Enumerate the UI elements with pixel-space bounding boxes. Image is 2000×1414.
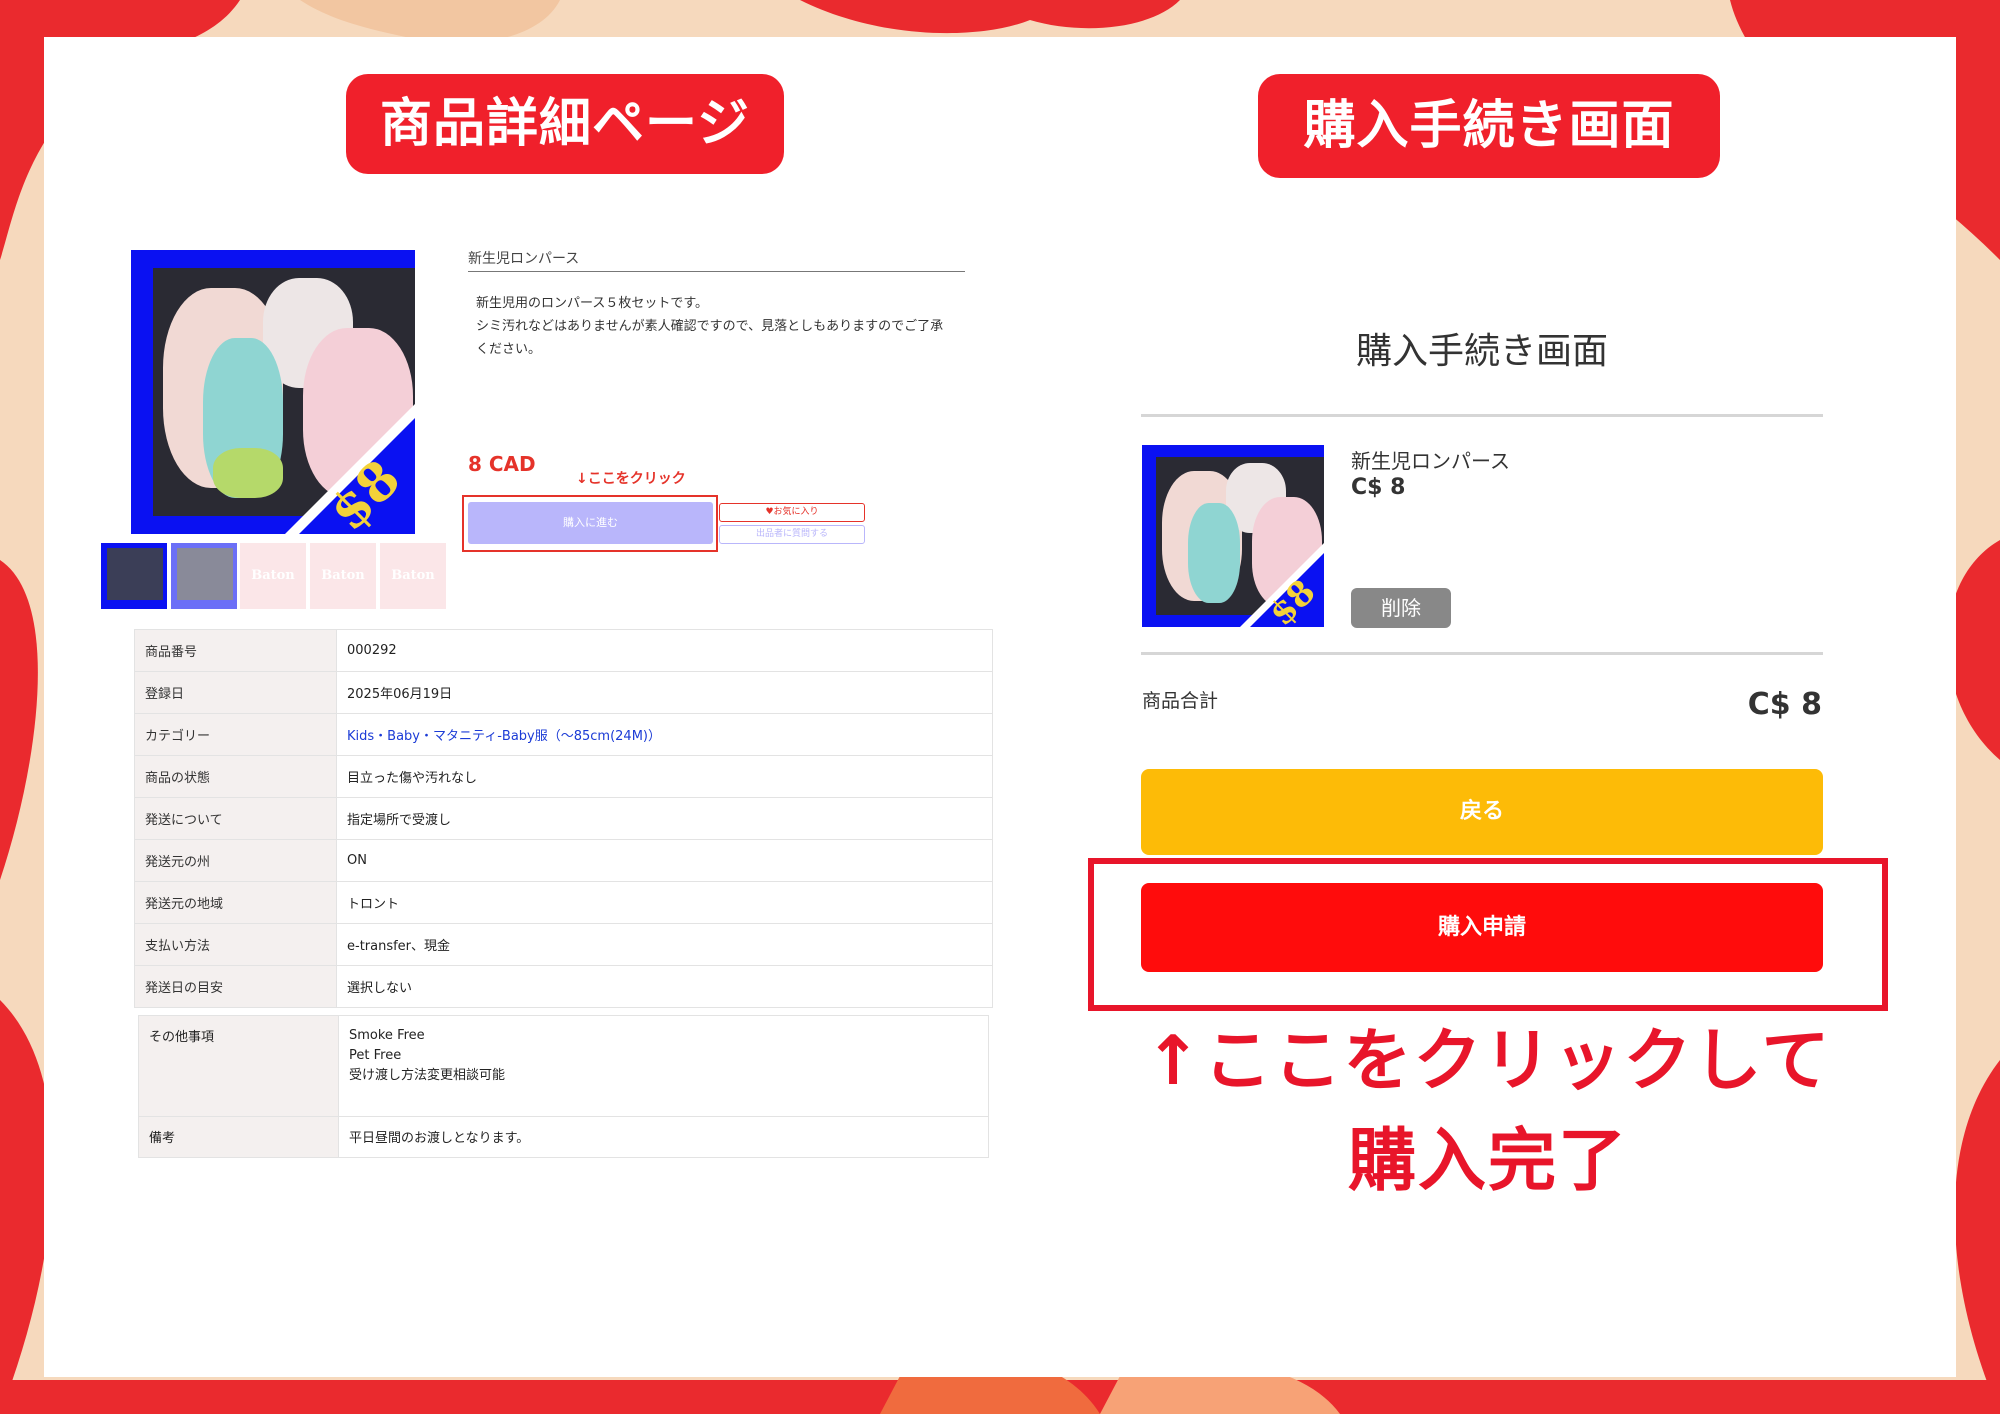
spec-key: 登録日 [134, 671, 337, 714]
product-price: 8 CAD [468, 452, 536, 476]
table-row: 発送元の州 ON [134, 839, 993, 882]
table-row: 発送元の地域 トロント [134, 881, 993, 924]
spec-key: 発送元の地域 [134, 881, 337, 924]
thumbnail-1[interactable] [101, 543, 167, 609]
cart-item-photo: $8 [1142, 445, 1324, 627]
product-main-photo[interactable]: $8 [131, 250, 415, 534]
description-line: シミ汚れなどはありませんが素人確認ですので、見落としもありますのでご了承 [476, 319, 944, 334]
product-detail-heading: 商品詳細ページ [346, 74, 784, 174]
cart-item-name: 新生児ロンパース [1351, 449, 1510, 473]
spec-key: 発送について [134, 797, 337, 840]
thumbnail-2[interactable] [171, 543, 237, 609]
checkout-heading: 購入手続き画面 [1258, 74, 1720, 178]
table-row: カテゴリー Kids・Baby・マタニティ-Baby服（〜85cm(24M)） [134, 713, 993, 756]
spec-key: 発送元の州 [134, 839, 337, 882]
spec-value: 選択しない [336, 965, 993, 1008]
thumbnail-placeholder[interactable]: Baton [240, 543, 306, 609]
spec-key: 商品番号 [134, 629, 337, 672]
spec-value: 000292 [336, 629, 993, 672]
note-line: Pet Free [349, 1048, 402, 1063]
spec-value: 指定場所で受渡し [336, 797, 993, 840]
product-spec-table: 商品番号 000292 登録日 2025年06月19日 カテゴリー Kids・Baby… [134, 629, 993, 1008]
note-line: Smoke Free [349, 1028, 425, 1043]
spec-key: その他事項 [138, 1015, 339, 1117]
spec-value: ON [336, 839, 993, 882]
spec-value: e-transfer、現金 [336, 923, 993, 966]
spec-key: カテゴリー [134, 713, 337, 756]
spec-key: 備考 [138, 1116, 339, 1158]
annotation-line: 購入完了 [1347, 1122, 1628, 1201]
table-row: 発送日の目安 選択しない [134, 965, 993, 1008]
ask-seller-button[interactable]: 出品者に質問する [719, 525, 865, 544]
table-row: 登録日 2025年06月19日 [134, 671, 993, 714]
click-here-annotation: ↓ここをクリック [576, 471, 686, 487]
spec-value: 平日昼間のお渡しとなります。 [338, 1116, 989, 1158]
thumbnail-placeholder[interactable]: Baton [310, 543, 376, 609]
back-button[interactable]: 戻る [1141, 769, 1823, 855]
total-value: C$ 8 [1747, 687, 1822, 722]
thumbnail-placeholder[interactable]: Baton [380, 543, 446, 609]
product-description: 新生児用のロンパース５枚セットです。 シミ汚れなどはありませんが素人確認ですので… [476, 294, 976, 360]
spec-key: 支払い方法 [134, 923, 337, 966]
table-row: 備考 平日昼間のお渡しとなります。 [138, 1116, 989, 1158]
purchase-request-button[interactable]: 購入申請 [1141, 883, 1823, 972]
note-line: 受け渡し方法変更相談可能 [349, 1068, 506, 1083]
total-label: 商品合計 [1142, 690, 1219, 712]
category-link[interactable]: Kids・Baby・マタニティ-Baby服（〜85cm(24M)） [336, 713, 993, 756]
spec-value: 2025年06月19日 [336, 671, 993, 714]
delete-button[interactable]: 削除 [1351, 588, 1451, 628]
product-notes-table: その他事項 Smoke Free Pet Free 受け渡し方法変更相談可能 備… [138, 1015, 989, 1158]
table-row: 発送について 指定場所で受渡し [134, 797, 993, 840]
spec-value: トロント [336, 881, 993, 924]
product-title: 新生児ロンパース [468, 248, 965, 272]
other-notes: Smoke Free Pet Free 受け渡し方法変更相談可能 [338, 1015, 989, 1117]
favorite-button[interactable]: ♥お気に入り [719, 503, 865, 522]
annotation-line: ↑ここをクリックして [1144, 1022, 1832, 1101]
divider [1141, 414, 1823, 417]
proceed-to-buy-button[interactable]: 購入に進む [468, 502, 713, 544]
description-line: 新生児用のロンパース５枚セットです。 [476, 296, 709, 311]
purchase-complete-annotation: ↑ここをクリックして 購入完了 [1088, 1012, 1888, 1212]
description-line: ください。 [476, 342, 542, 357]
checkout-title: 購入手続き画面 [1355, 331, 1608, 372]
cart-item-price: C$ 8 [1351, 475, 1406, 500]
table-row: 支払い方法 e-transfer、現金 [134, 923, 993, 966]
spec-key: 商品の状態 [134, 755, 337, 798]
divider [1141, 652, 1823, 655]
spec-value: 目立った傷や汚れなし [336, 755, 993, 798]
table-row: 商品の状態 目立った傷や汚れなし [134, 755, 993, 798]
table-row: 商品番号 000292 [134, 629, 993, 672]
table-row: その他事項 Smoke Free Pet Free 受け渡し方法変更相談可能 [138, 1015, 989, 1117]
spec-key: 発送日の目安 [134, 965, 337, 1008]
